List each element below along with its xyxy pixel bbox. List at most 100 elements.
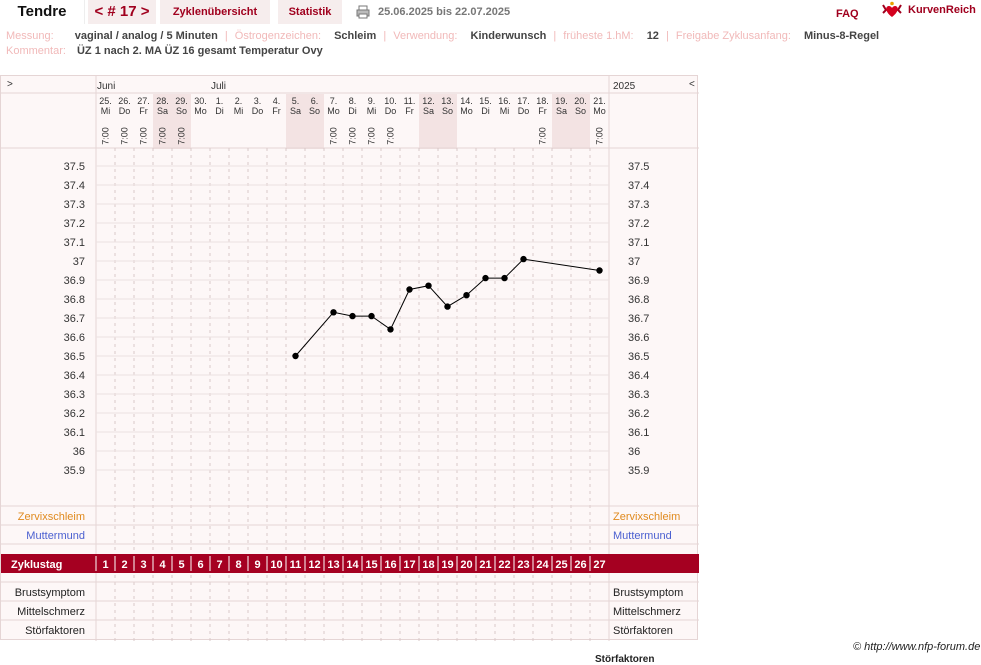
cycle-day-number: 24 <box>536 559 549 571</box>
temperature-point <box>444 303 451 310</box>
day-date: 5. <box>292 96 300 106</box>
day-date: 8. <box>349 96 357 106</box>
copyright[interactable]: © http://www.nfp-forum.de <box>853 641 980 653</box>
y-tick-left: 36.2 <box>64 408 85 420</box>
measurement-value: vaginal / analog / 5 Minuten <box>74 30 218 42</box>
cervix-label: Muttermund <box>26 530 85 542</box>
day-weekday: Mi <box>234 106 244 116</box>
cycle-day-number: 26 <box>574 559 586 571</box>
day-weekday: Do <box>385 106 397 116</box>
day-weekday: Do <box>252 106 264 116</box>
y-tick-right: 37 <box>628 256 640 268</box>
y-tick-right: 36.1 <box>628 427 649 439</box>
day-date: 13. <box>441 96 454 106</box>
y-tick-left: 37.3 <box>64 199 85 211</box>
y-tick-right: 37.3 <box>628 199 649 211</box>
cycle-day-number: 21 <box>479 559 491 571</box>
year-label: 2025 <box>613 81 636 92</box>
y-tick-right: 36.3 <box>628 389 649 401</box>
y-tick-left: 35.9 <box>64 465 85 477</box>
day-time: 7:00 <box>595 127 605 145</box>
cycle-day-number: 7 <box>216 559 222 571</box>
temperature-point <box>368 312 375 320</box>
day-time: 7:00 <box>101 127 111 145</box>
tab-cycle-overview[interactable]: Zyklenübersicht <box>160 0 270 24</box>
cycle-day-number: 5 <box>178 559 184 571</box>
day-weekday: Mo <box>327 106 340 116</box>
day-weekday: So <box>442 106 453 116</box>
y-tick-left: 36.3 <box>64 389 85 401</box>
cervical-mucus-label: Zervixschleim <box>18 511 85 523</box>
y-tick-left: 36.5 <box>64 351 85 363</box>
release-value: Minus-8-Regel <box>803 30 880 42</box>
top-bar: Tendre < # 17 > Zyklenübersicht Statisti… <box>0 0 981 24</box>
printer-icon[interactable] <box>356 5 370 19</box>
month-label: Juli <box>211 81 226 92</box>
day-weekday: So <box>309 106 320 116</box>
measurement-label: Messung: <box>6 30 54 42</box>
separator: | <box>553 30 557 42</box>
day-date: 28. <box>156 96 169 106</box>
day-time: 7:00 <box>538 127 548 145</box>
day-date: 12. <box>422 96 435 106</box>
y-tick-left: 36.6 <box>64 332 85 344</box>
brand-logo[interactable]: KurvenReich <box>880 0 980 20</box>
day-weekday: Sa <box>556 106 567 116</box>
cycle-navigator[interactable]: < # 17 > <box>88 0 156 24</box>
day-time: 7:00 <box>158 127 168 145</box>
nav-left-arrow: > <box>7 79 13 90</box>
mid-pain-label-right: Mittelschmerz <box>613 606 681 618</box>
day-weekday: So <box>575 106 586 116</box>
cycle-day-number: 20 <box>460 559 472 571</box>
tab-statistics[interactable]: Statistik <box>278 0 342 24</box>
y-tick-right: 36.4 <box>628 370 649 382</box>
y-tick-right: 36.6 <box>628 332 649 344</box>
info-line-2: Kommentar: ÜZ 1 nach 2. MA ÜZ 16 gesamt … <box>6 45 323 57</box>
day-time: 7:00 <box>348 127 358 145</box>
disturbance-label: Störfaktoren <box>25 625 85 637</box>
y-tick-right: 36.8 <box>628 294 649 306</box>
temperature-point <box>425 282 432 289</box>
day-weekday: Di <box>348 106 357 116</box>
cycle-day-label: Zyklustag <box>11 559 62 571</box>
cycle-day-number: 12 <box>308 559 320 571</box>
footer-cut-label: Störfaktoren <box>595 654 655 665</box>
y-tick-right: 36.2 <box>628 408 649 420</box>
day-date: 29. <box>175 96 188 106</box>
day-date: 21. <box>593 96 606 106</box>
earliest-label: früheste 1.hM: <box>563 30 634 42</box>
temperature-point <box>387 326 394 333</box>
y-tick-right: 36.7 <box>628 313 649 325</box>
cycle-day-number: 14 <box>346 559 359 571</box>
day-date: 16. <box>498 96 511 106</box>
y-tick-right: 36 <box>628 446 640 458</box>
day-date: 4. <box>273 96 281 106</box>
day-time: 7:00 <box>139 127 149 145</box>
day-weekday: Mo <box>460 106 473 116</box>
comment-value: ÜZ 1 nach 2. MA ÜZ 16 gesamt Temperatur … <box>76 45 323 57</box>
usage-label: Verwendung: <box>393 30 458 42</box>
temperature-point <box>349 312 356 320</box>
cycle-day-number: 4 <box>159 559 166 571</box>
cycle-day-number: 25 <box>555 559 567 571</box>
cycle-day-number: 16 <box>384 559 396 571</box>
breast-symptom-label: Brustsymptom <box>15 587 85 599</box>
earliest-value: 12 <box>646 30 659 42</box>
y-tick-left: 36.4 <box>64 370 85 382</box>
usage-value: Kinderwunsch <box>470 30 547 42</box>
temperature-chart: > <2025 Juni Juli 25. Mi 7:00 26. Do 7:00 27. Fr 7:0… <box>0 75 699 641</box>
y-tick-right: 35.9 <box>628 465 649 477</box>
nav-right-arrow: < <box>689 79 695 90</box>
day-date: 6. <box>311 96 319 106</box>
day-date: 11. <box>404 96 416 106</box>
cycle-day-number: 6 <box>197 559 203 571</box>
cycle-day-number: 9 <box>254 559 260 571</box>
cycle-day-number: 10 <box>270 559 282 571</box>
day-time: 7:00 <box>386 127 396 145</box>
day-time: 7:00 <box>177 127 187 145</box>
mid-pain-label: Mittelschmerz <box>17 606 85 618</box>
temperature-point <box>596 267 603 274</box>
cycle-day-number: 1 <box>102 559 108 571</box>
y-tick-right: 37.4 <box>628 180 649 192</box>
faq-link[interactable]: FAQ <box>836 2 859 26</box>
